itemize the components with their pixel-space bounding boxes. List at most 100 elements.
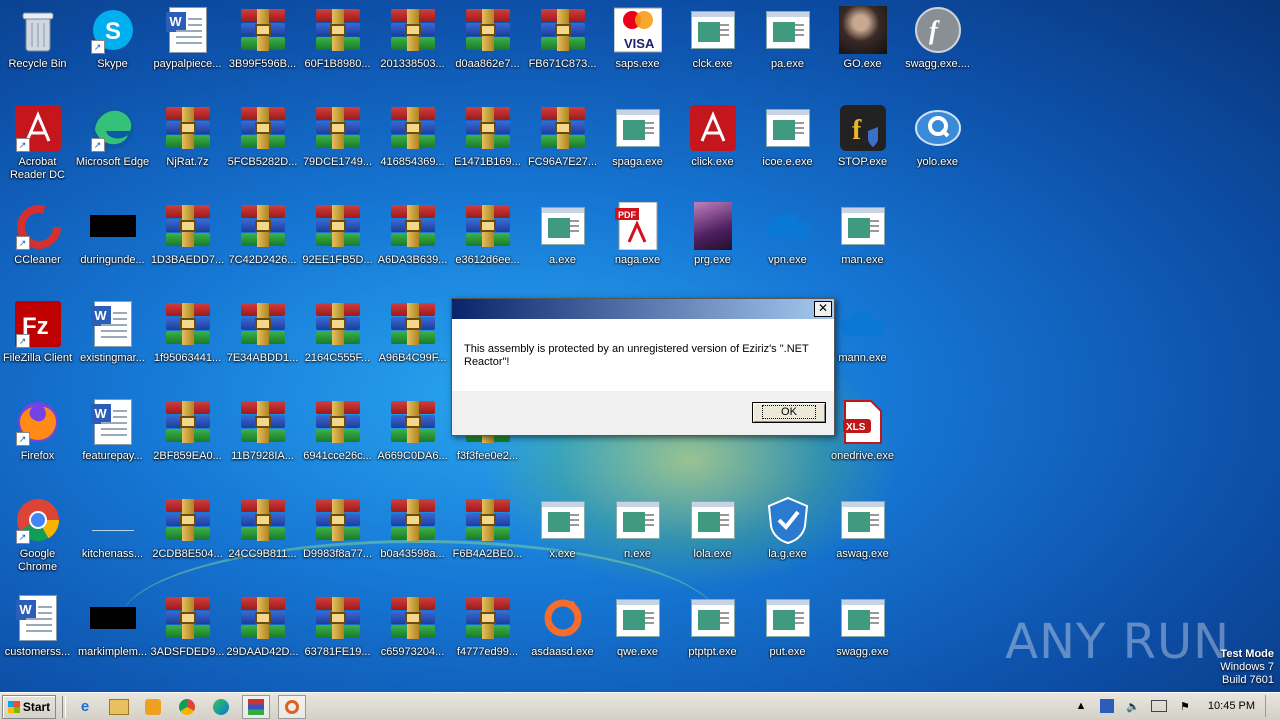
desktop-icon[interactable]: pa.exe — [750, 0, 825, 96]
desktop-icon[interactable]: lola.exe — [675, 490, 750, 586]
desktop-icon[interactable]: Wcustomerss... — [0, 588, 75, 684]
desktop-icon[interactable]: 3B99F596B... — [225, 0, 300, 96]
desktop-icon[interactable]: ↗ Acrobat Reader DC — [0, 98, 75, 194]
desktop-icon[interactable]: n.exe — [600, 490, 675, 586]
desktop-icon[interactable]: A6DA3B639... — [375, 196, 450, 292]
taskbar-edge[interactable] — [208, 696, 234, 718]
filezilla-icon: Fz ↗ — [14, 300, 62, 348]
network-icon[interactable] — [1150, 698, 1167, 714]
taskbar-ie[interactable]: e — [72, 696, 98, 718]
start-button[interactable]: Start — [2, 694, 56, 719]
desktop-icon[interactable]: d0aa862e7... — [450, 0, 525, 96]
desktop-icon[interactable]: 11B7928IA... — [225, 392, 300, 488]
volume-icon[interactable]: 🔈 — [1125, 698, 1141, 714]
action-center-icon[interactable]: ⚑ — [1177, 698, 1193, 714]
desktop-icon[interactable]: 416854369... — [375, 98, 450, 194]
desktop-icon[interactable]: f STOP.exe — [825, 98, 900, 194]
desktop-icon[interactable]: Recycle Bin — [0, 0, 75, 96]
desktop-icon[interactable]: ↗ Firefox — [0, 392, 75, 488]
clock[interactable]: 10:45 PM — [1208, 700, 1255, 712]
desktop-icon[interactable]: f4777ed99... — [450, 588, 525, 684]
desktop-icon[interactable]: yolo.exe — [900, 98, 975, 194]
desktop-icon[interactable]: Wexistingmar... — [75, 294, 150, 390]
desktop-icon[interactable]: 5FCB5282D... — [225, 98, 300, 194]
desktop-icon[interactable]: c65973204... — [375, 588, 450, 684]
desktop-icon[interactable]: XLS onedrive.exe — [825, 392, 900, 488]
desktop-icon[interactable]: Wfeaturepay... — [75, 392, 150, 488]
taskbar-explorer[interactable] — [106, 696, 132, 718]
desktop-icon[interactable]: put.exe — [750, 588, 825, 684]
desktop-icon[interactable]: F6B4A2BE0... — [450, 490, 525, 586]
desktop-icon[interactable]: asdaasd.exe — [525, 588, 600, 684]
desktop-icon[interactable]: qwe.exe — [600, 588, 675, 684]
close-button[interactable]: ✕ — [814, 301, 832, 317]
desktop-icon[interactable]: kitchenass... — [75, 490, 150, 586]
desktop-icon[interactable]: 60F1B8980... — [300, 0, 375, 96]
desktop-icon[interactable]: ptptpt.exe — [675, 588, 750, 684]
desktop-icon[interactable]: 1D3BAEDD7... — [150, 196, 225, 292]
desktop-icon[interactable]: 7C42D2426... — [225, 196, 300, 292]
desktop-icon[interactable]: la.g.exe — [750, 490, 825, 586]
desktop-icon[interactable]: 24CC9B811... — [225, 490, 300, 586]
desktop-icon[interactable]: GO.exe — [825, 0, 900, 96]
dialog-titlebar[interactable]: ✕ — [452, 299, 834, 319]
desktop-icon[interactable]: S ↗ Skype — [75, 0, 150, 96]
desktop-icon[interactable]: clck.exe — [675, 0, 750, 96]
tray-expand-icon[interactable]: ▲ — [1073, 698, 1089, 714]
desktop-icon[interactable]: NjRat.7z — [150, 98, 225, 194]
desktop-icon[interactable]: 2CDB8E504... — [150, 490, 225, 586]
taskbar-media-player[interactable] — [140, 696, 166, 718]
desktop-icon[interactable]: FB671C873... — [525, 0, 600, 96]
desktop-icon[interactable]: spaga.exe — [600, 98, 675, 194]
desktop-icon[interactable]: D9983f8a77... — [300, 490, 375, 586]
desktop-icon[interactable]: 29DAAD42D... — [225, 588, 300, 684]
taskbar-active-app[interactable] — [278, 694, 306, 719]
desktop-icon[interactable]: duringunde... — [75, 196, 150, 292]
desktop-icon[interactable]: b0a43598a... — [375, 490, 450, 586]
desktop-icon[interactable]: 3ADSFDED9... — [150, 588, 225, 684]
desktop-icon[interactable]: 2164C555F... — [300, 294, 375, 390]
desktop-icon[interactable]: ↗ Microsoft Edge — [75, 98, 150, 194]
desktop-icon[interactable]: a.exe — [525, 196, 600, 292]
desktop-icon[interactable]: swagg.exe — [825, 588, 900, 684]
desktop-icon[interactable]: 2BF859EA0... — [150, 392, 225, 488]
desktop-icon[interactable]: mann.exe — [825, 294, 900, 390]
desktop-icon[interactable]: 63781FE19... — [300, 588, 375, 684]
desktop-icon[interactable]: 1f95063441... — [150, 294, 225, 390]
desktop-icon[interactable]: e3612d6ee... — [450, 196, 525, 292]
desktop-icon[interactable]: 79DCE1749... — [300, 98, 375, 194]
desktop-icon[interactable]: FC96A7E27... — [525, 98, 600, 194]
desktop-icon[interactable]: vpn.exe — [750, 196, 825, 292]
icon-label: c65973204... — [380, 646, 445, 658]
desktop-icon[interactable]: A96B4C99F... — [375, 294, 450, 390]
taskbar-chrome[interactable] — [174, 696, 200, 718]
desktop-icon[interactable]: man.exe — [825, 196, 900, 292]
desktop-icon[interactable]: Wpaypalpiece... — [150, 0, 225, 96]
desktop-icon[interactable]: f swagg.exe.... — [900, 0, 975, 96]
desktop-icon[interactable]: ↗ CCleaner — [0, 196, 75, 292]
desktop-icon[interactable]: icoe.e.exe — [750, 98, 825, 194]
icon-label: spaga.exe — [612, 156, 663, 168]
show-desktop-button[interactable] — [1265, 695, 1276, 717]
icon-label: d0aa862e7... — [455, 58, 520, 70]
desktop-icon[interactable]: click.exe — [675, 98, 750, 194]
desktop-icon[interactable]: 92EE1FB5D... — [300, 196, 375, 292]
desktop-icon[interactable]: PDF naga.exe — [600, 196, 675, 292]
desktop-icon[interactable]: Fz ↗ FileZilla Client — [0, 294, 75, 390]
desktop-icon[interactable]: aswag.exe — [825, 490, 900, 586]
desktop-icon[interactable]: E1471B169... — [450, 98, 525, 194]
desktop-icon[interactable]: 6941cce26c... — [300, 392, 375, 488]
desktop-icon[interactable]: VISA saps.exe — [600, 0, 675, 96]
ok-button[interactable]: OK — [752, 402, 826, 423]
taskbar-separator — [62, 695, 66, 718]
desktop-icon[interactable]: A669C0DA6... — [375, 392, 450, 488]
taskbar-winrar[interactable] — [242, 694, 270, 719]
icon-label: 2BF859EA0... — [153, 450, 222, 462]
desktop-icon[interactable]: markimplem... — [75, 588, 150, 684]
tray-app-icon[interactable] — [1099, 698, 1115, 714]
desktop-icon[interactable]: ↗ Google Chrome — [0, 490, 75, 586]
desktop-icon[interactable]: x.exe — [525, 490, 600, 586]
desktop-icon[interactable]: prg.exe — [675, 196, 750, 292]
desktop-icon[interactable]: 201338503... — [375, 0, 450, 96]
desktop-icon[interactable]: 7E34ABDD1... — [225, 294, 300, 390]
